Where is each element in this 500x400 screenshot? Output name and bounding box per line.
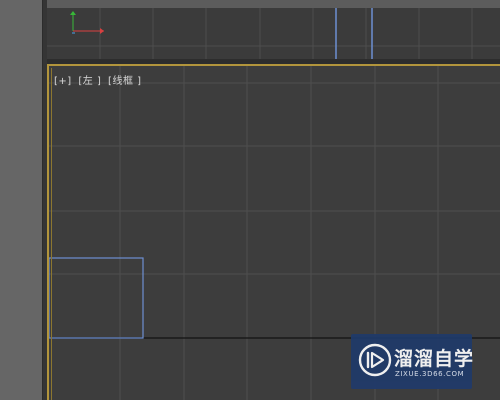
left-side-panel bbox=[0, 0, 43, 400]
viewport-top-strip bbox=[0, 0, 500, 8]
watermark-subtitle: ZIXUE.3D66.COM bbox=[395, 370, 465, 378]
selected-object-outline-top[interactable] bbox=[335, 8, 373, 59]
viewport-top-grid bbox=[47, 8, 500, 59]
play-logo-icon bbox=[358, 343, 392, 377]
viewport-menu-plus[interactable]: [+] bbox=[54, 76, 72, 87]
3dsmax-viewport-area: [+] [左 ] [线框 ] 溜溜自学 ZIXUE.3D66.COM bbox=[0, 0, 500, 400]
selected-object-outline-left[interactable] bbox=[49, 257, 144, 339]
site-watermark: 溜溜自学 ZIXUE.3D66.COM bbox=[351, 334, 475, 389]
active-viewport-inner-border bbox=[51, 68, 52, 400]
viewport-label[interactable]: [+] [左 ] [线框 ] bbox=[54, 72, 145, 87]
watermark-title: 溜溜自学 bbox=[394, 348, 475, 370]
viewport-shading-label[interactable]: [线框 ] bbox=[108, 76, 141, 87]
viewport-top[interactable] bbox=[47, 8, 500, 59]
viewport-point-of-view-label[interactable]: [左 ] bbox=[78, 76, 101, 87]
axis-gizmo-icon bbox=[70, 11, 104, 34]
